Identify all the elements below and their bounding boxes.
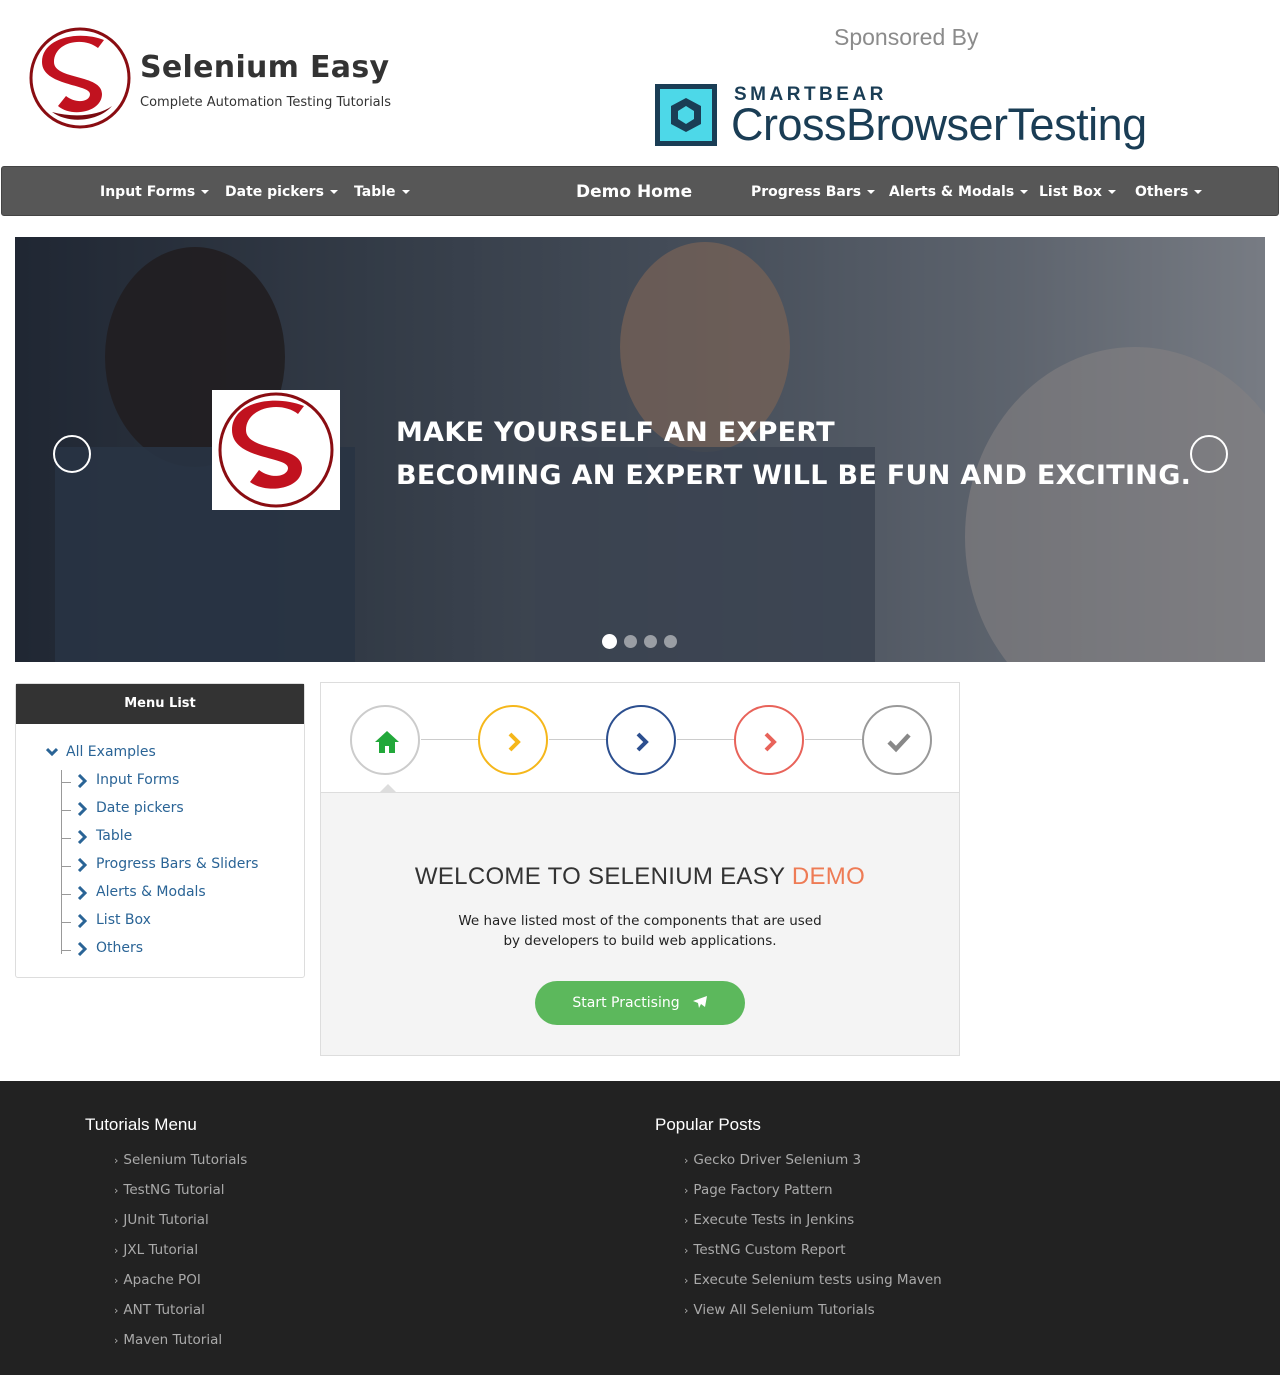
footer-tutorial-link[interactable]: › Maven Tutorial <box>114 1332 222 1348</box>
carousel-indicator-4[interactable] <box>664 635 677 648</box>
main-navbar: Input Forms Date pickers Table Demo Home… <box>1 166 1279 216</box>
nav-table[interactable]: Table <box>354 167 410 217</box>
footer-tutorial-link[interactable]: › JXL Tutorial <box>114 1242 198 1258</box>
footer-post-link[interactable]: › Execute Selenium tests using Maven <box>684 1272 942 1288</box>
caret-down-icon <box>329 190 338 194</box>
wizard-step-2[interactable] <box>478 705 548 775</box>
footer-tutorial-link[interactable]: › ANT Tutorial <box>114 1302 205 1318</box>
chevron-right-icon <box>764 732 777 752</box>
paper-plane-icon <box>692 995 707 1008</box>
carousel-indicator-2[interactable] <box>624 635 637 648</box>
carousel-caption-line-2: BECOMING AN EXPERT WILL BE FUN AND EXCIT… <box>396 460 1192 491</box>
sponsored-by-label: Sponsored By <box>834 24 979 50</box>
tree-connector <box>61 770 62 954</box>
site-title[interactable]: Selenium Easy <box>140 50 389 85</box>
menu-list-heading: Menu List <box>16 684 304 724</box>
footer-post-link[interactable]: › Page Factory Pattern <box>684 1182 833 1198</box>
home-icon <box>375 731 399 753</box>
wizard-steps <box>321 683 959 793</box>
carousel-logo <box>212 390 340 510</box>
site-tagline: Complete Automation Testing Tutorials <box>140 95 392 110</box>
chevron-right-icon <box>77 774 87 788</box>
carousel-next-button[interactable] <box>1190 435 1228 473</box>
welcome-description: We have listed most of the components th… <box>458 913 822 949</box>
step-connector <box>421 739 479 740</box>
wizard-step-5[interactable] <box>862 705 932 775</box>
chevron-right-icon <box>77 802 87 816</box>
footer-posts-heading: Popular Posts <box>655 1115 761 1134</box>
carousel-caption-line-1: MAKE YOURSELF AN EXPERT <box>396 417 836 448</box>
step-connector <box>549 739 607 740</box>
nav-demo-home[interactable]: Demo Home <box>576 167 692 217</box>
footer-post-link[interactable]: › Execute Tests in Jenkins <box>684 1212 854 1228</box>
start-practising-button[interactable]: Start Practising <box>535 981 745 1025</box>
caret-down-icon <box>1107 190 1116 194</box>
nav-others[interactable]: Others <box>1135 167 1203 217</box>
check-icon <box>887 733 911 753</box>
chevron-right-icon <box>77 858 87 872</box>
caret-down-icon <box>201 190 210 194</box>
footer-tutorial-link[interactable]: › Selenium Tutorials <box>114 1152 247 1168</box>
site-header: Selenium Easy Complete Automation Testin… <box>0 0 1280 165</box>
sponsor-product[interactable]: CrossBrowserTesting <box>731 99 1147 151</box>
caret-down-icon <box>1020 190 1029 194</box>
carousel-prev-button[interactable] <box>53 435 91 473</box>
wizard-step-3[interactable] <box>606 705 676 775</box>
nav-list-box[interactable]: List Box <box>1039 167 1116 217</box>
carousel-overlay <box>15 237 1265 662</box>
site-footer: Tutorials Menu › Selenium Tutorials › Test… <box>0 1081 1280 1375</box>
chevron-down-icon <box>45 747 59 757</box>
step-connector <box>677 739 735 740</box>
footer-tutorials-heading: Tutorials Menu <box>85 1115 197 1134</box>
welcome-title-accent: DEMO <box>791 863 866 890</box>
footer-tutorial-link[interactable]: › JUnit Tutorial <box>114 1212 209 1228</box>
footer-post-link[interactable]: › TestNG Custom Report <box>684 1242 846 1258</box>
wizard-step-4[interactable] <box>734 705 804 775</box>
chevron-right-icon <box>636 732 649 752</box>
wizard-step-1[interactable] <box>350 705 420 775</box>
smartbear-icon[interactable] <box>655 84 717 146</box>
footer-post-link[interactable]: › Gecko Driver Selenium 3 <box>684 1152 861 1168</box>
footer-tutorial-link[interactable]: › Apache POI <box>114 1272 201 1288</box>
nav-progress-bars[interactable]: Progress Bars <box>751 167 876 217</box>
chevron-right-icon <box>77 942 87 956</box>
chevron-right-icon <box>77 886 87 900</box>
nav-alerts-modals[interactable]: Alerts & Modals <box>889 167 1029 217</box>
carousel-indicators <box>602 631 684 649</box>
caret-down-icon <box>401 190 410 194</box>
step-connector <box>805 739 863 740</box>
chevron-right-icon <box>77 830 87 844</box>
footer-tutorial-link[interactable]: › TestNG Tutorial <box>114 1182 224 1198</box>
caret-down-icon <box>1194 190 1203 194</box>
chevron-right-icon <box>77 914 87 928</box>
menu-list-panel: Menu List All Examples Input Forms Date … <box>15 683 305 978</box>
caret-down-icon <box>867 190 876 194</box>
chevron-right-icon <box>508 732 521 752</box>
nav-date-pickers[interactable]: Date pickers <box>225 167 338 217</box>
welcome-title: WELCOME TO SELENIUM EASY DEMO <box>414 863 866 890</box>
tree-root-all-examples[interactable]: All Examples <box>45 744 156 760</box>
hero-carousel: MAKE YOURSELF AN EXPERT BECOMING AN EXPE… <box>15 237 1265 662</box>
active-step-pointer <box>379 784 397 793</box>
nav-input-forms[interactable]: Input Forms <box>100 167 210 217</box>
selenium-easy-logo[interactable] <box>28 26 132 130</box>
carousel-indicator-3[interactable] <box>644 635 657 648</box>
welcome-wizard: WELCOME TO SELENIUM EASY DEMO We have li… <box>320 682 960 1056</box>
footer-post-link[interactable]: › View All Selenium Tutorials <box>684 1302 875 1318</box>
carousel-indicator-1[interactable] <box>602 634 617 649</box>
